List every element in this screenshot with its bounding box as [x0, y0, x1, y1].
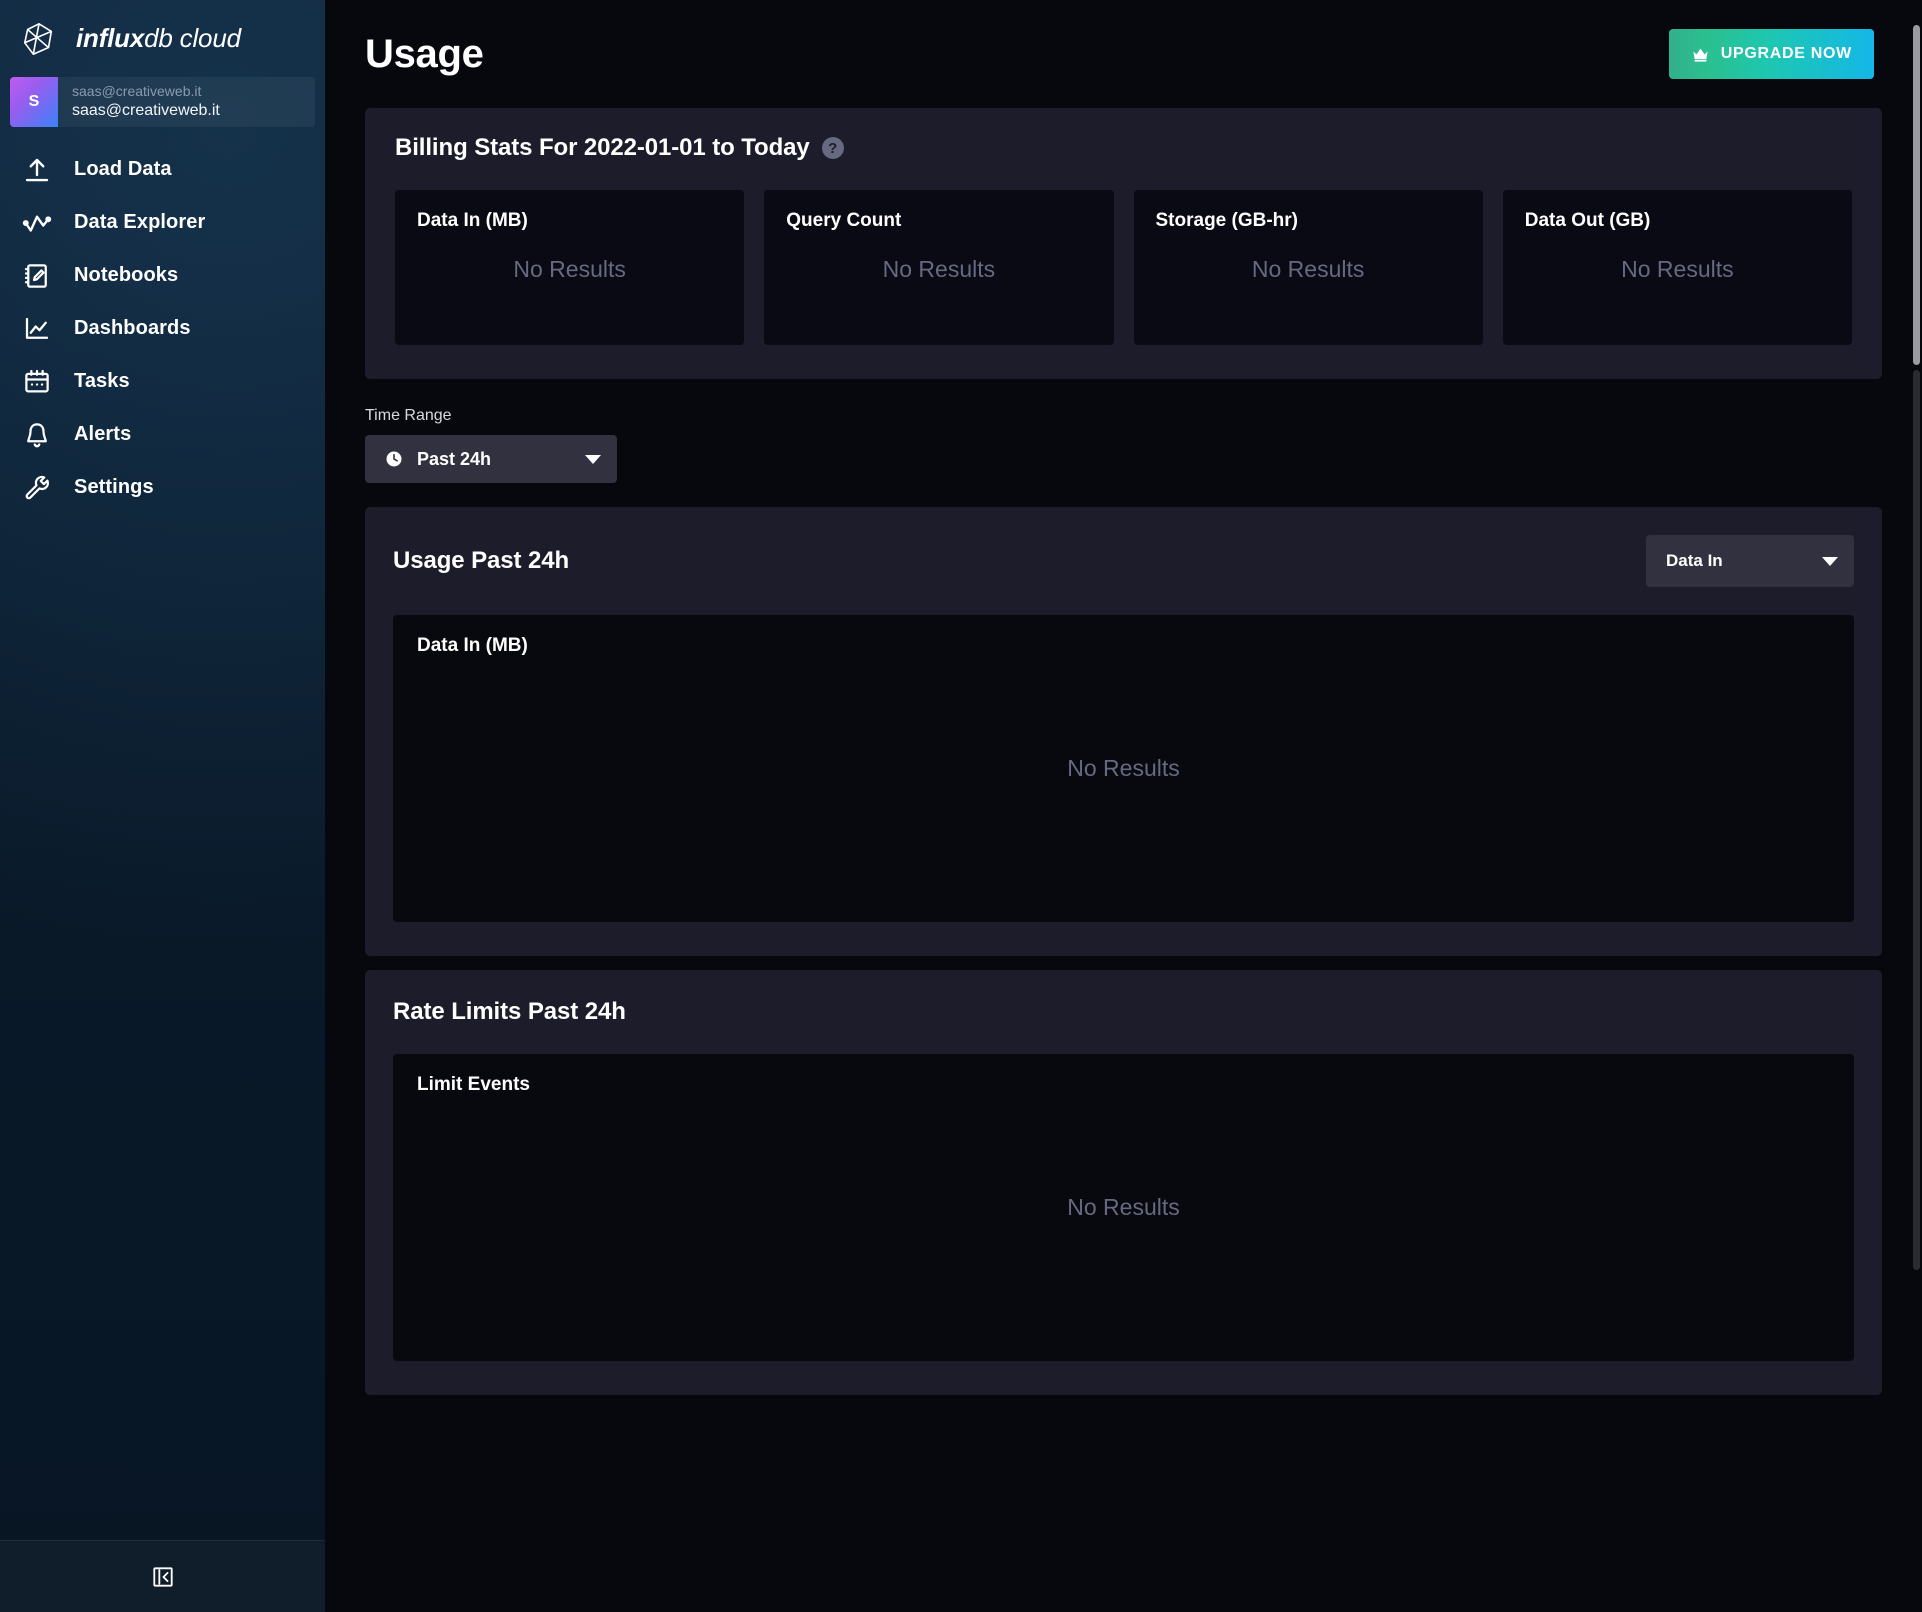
usage-graph-empty-state: No Results	[1067, 755, 1180, 781]
billing-stats-panel: Billing Stats For 2022-01-01 to Today ? …	[365, 108, 1882, 379]
account-switcher[interactable]: S saas@creativeweb.it saas@creativeweb.i…	[10, 77, 315, 127]
sidebar-nav: Load Data Data Explorer Notebooks Dashbo…	[0, 127, 325, 1540]
usage-graph-data-in: Data In (MB) No Results	[393, 615, 1854, 922]
chevron-down-icon	[585, 454, 601, 464]
billing-stats-title: Billing Stats For 2022-01-01 to Today ?	[395, 134, 1852, 162]
brand-name: influxdb cloud	[76, 23, 241, 54]
question-mark-icon[interactable]: ?	[821, 137, 844, 159]
sidebar-item-label: Data Explorer	[74, 211, 206, 233]
line-chart-icon	[25, 317, 49, 339]
page-title: Usage	[365, 31, 484, 76]
scrollbar-thumb[interactable]	[1913, 25, 1920, 365]
billing-stat-cards: Data In (MB) No Results Query Count No R…	[395, 190, 1852, 345]
time-range-label: Time Range	[365, 407, 452, 424]
sidebar-item-data-explorer[interactable]: Data Explorer	[0, 196, 325, 249]
sidebar-item-label: Alerts	[74, 423, 132, 445]
stat-card-label: Query Count	[786, 210, 902, 231]
notebook-pencil-icon	[24, 263, 47, 288]
sidebar-collapse-button[interactable]	[0, 1540, 325, 1612]
stat-card-query-count: Query Count No Results	[764, 190, 1114, 345]
upgrade-now-label: UPGRADE NOW	[1720, 45, 1852, 62]
main-content: Usage UPGRADE NOW Billing Stats For 2022…	[325, 0, 1922, 1612]
chevron-down-icon	[1822, 556, 1838, 566]
clock-icon	[386, 451, 402, 467]
upload-icon	[25, 158, 49, 181]
scroll-area: Billing Stats For 2022-01-01 to Today ? …	[325, 108, 1922, 1395]
sidebar-item-label: Dashboards	[74, 317, 191, 339]
app-root: influxdb cloud S saas@creativeweb.it saa…	[0, 0, 1922, 1612]
stat-card-storage: Storage (GB-hr) No Results	[1133, 190, 1483, 345]
account-org: saas@creativeweb.it	[72, 82, 202, 99]
time-range-dropdown[interactable]: Past 24h	[365, 435, 617, 483]
sidebar-item-label: Tasks	[74, 370, 130, 392]
stat-card-data-out: Data Out (GB) No Results	[1502, 190, 1852, 345]
time-range-block: Time Range Past 24h	[365, 407, 1882, 483]
time-range-value: Past 24h	[417, 448, 492, 469]
influxdb-polyhedron-logo-icon	[23, 22, 53, 55]
rate-limits-panel: Rate Limits Past 24h Limit Events No Res…	[365, 970, 1882, 1395]
data-explorer-icon	[22, 215, 52, 232]
bell-icon	[27, 422, 47, 447]
crown-icon	[1693, 48, 1708, 62]
calendar-icon	[25, 369, 49, 392]
usage-metric-dropdown[interactable]: Data In	[1646, 535, 1854, 587]
rate-limits-graph-empty-state: No Results	[1067, 1194, 1180, 1220]
sidebar: influxdb cloud S saas@creativeweb.it saa…	[0, 0, 325, 1612]
stat-card-value: No Results	[1251, 255, 1365, 282]
sidebar-item-label: Load Data	[74, 158, 172, 180]
brand-name-bold: influx	[76, 23, 145, 53]
sidebar-item-label: Notebooks	[74, 264, 179, 286]
page-header: Usage UPGRADE NOW	[325, 0, 1922, 108]
avatar: S	[10, 77, 58, 127]
vertical-scrollbar[interactable]	[1910, 0, 1922, 1612]
sidebar-item-tasks[interactable]: Tasks	[0, 355, 325, 408]
usage-metric-value: Data In	[1666, 551, 1723, 570]
sidebar-item-load-data[interactable]: Load Data	[0, 143, 325, 196]
billing-stats-title-text: Billing Stats For 2022-01-01 to Today	[395, 134, 810, 161]
stat-card-value: No Results	[882, 255, 996, 282]
account-user: saas@creativeweb.it	[72, 102, 220, 120]
stat-card-label: Data In (MB)	[417, 210, 528, 231]
usage-panel: Usage Past 24h Data In Data In (MB) No R…	[365, 507, 1882, 956]
rate-limits-title: Rate Limits Past 24h	[393, 998, 626, 1025]
wrench-icon	[25, 475, 49, 499]
scrollbar-track[interactable]	[1913, 370, 1920, 1270]
rate-limits-graph-limit-events: Limit Events No Results	[393, 1054, 1854, 1361]
brand-name-rest: db cloud	[144, 23, 241, 53]
sidebar-item-notebooks[interactable]: Notebooks	[0, 249, 325, 302]
collapse-left-icon	[152, 1566, 173, 1587]
sidebar-item-label: Settings	[74, 476, 154, 498]
upgrade-now-button[interactable]: UPGRADE NOW	[1668, 29, 1874, 79]
usage-panel-header: Usage Past 24h Data In	[393, 535, 1854, 587]
sidebar-item-dashboards[interactable]: Dashboards	[0, 302, 325, 355]
stat-card-data-in: Data In (MB) No Results	[395, 190, 745, 345]
sidebar-item-alerts[interactable]: Alerts	[0, 408, 325, 461]
usage-panel-title: Usage Past 24h	[393, 547, 570, 574]
sidebar-item-settings[interactable]: Settings	[0, 461, 325, 514]
stat-card-value: No Results	[513, 255, 626, 282]
stat-card-value: No Results	[1621, 255, 1734, 282]
stat-card-label: Data Out (GB)	[1524, 210, 1651, 231]
stat-card-label: Storage (GB-hr)	[1155, 210, 1299, 231]
account-labels: saas@creativeweb.it saas@creativeweb.it	[58, 83, 220, 122]
brand-logo[interactable]: influxdb cloud	[0, 0, 325, 77]
